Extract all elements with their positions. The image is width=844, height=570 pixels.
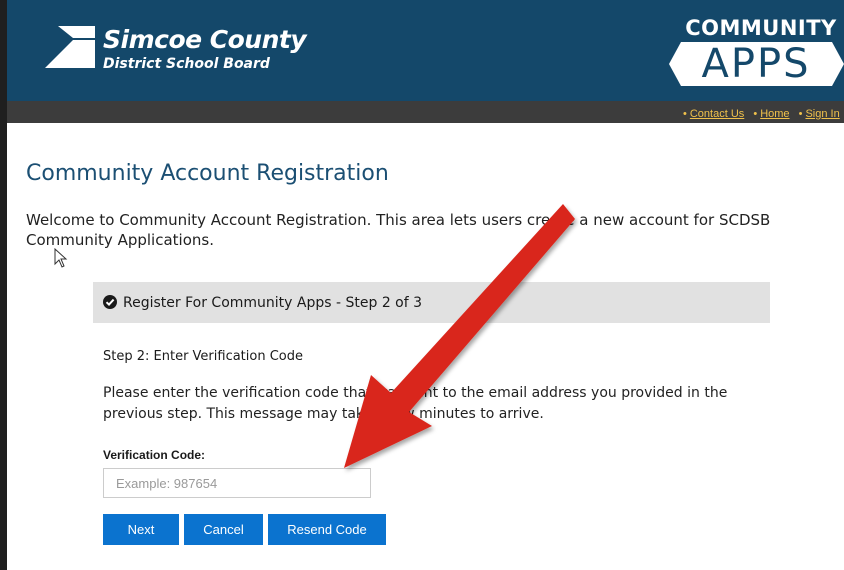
window-frame-edge (0, 0, 7, 570)
step-heading: Step 2: Enter Verification Code (103, 349, 303, 364)
next-button[interactable]: Next (103, 514, 179, 545)
intro-text: Welcome to Community Account Registratio… (26, 211, 771, 249)
top-nav-bar: • Contact Us • Home • Sign In (7, 101, 844, 123)
verification-code-label: Verification Code: (103, 448, 206, 462)
cancel-button[interactable]: Cancel (184, 514, 263, 545)
panel-header: Register For Community Apps - Step 2 of … (93, 282, 770, 323)
brand-apps-text: APPS (701, 41, 811, 87)
bullet-icon: • (798, 108, 803, 120)
org-name-subtitle: District School Board (103, 56, 270, 72)
panel-header-title: Register For Community Apps - Step 2 of … (123, 295, 423, 311)
scdsb-logo-icon (45, 26, 95, 68)
nav-link-contact[interactable]: Contact Us (690, 108, 744, 120)
page-title: Community Account Registration (26, 161, 389, 186)
resend-code-button[interactable]: Resend Code (268, 514, 386, 545)
bullet-icon: • (683, 108, 687, 120)
registration-panel: Register For Community Apps - Step 2 of … (93, 282, 770, 570)
site-header: Simcoe County District School Board COMM… (7, 0, 844, 101)
nav-link-home[interactable]: Home (760, 108, 789, 120)
check-circle-icon (103, 295, 117, 309)
brand-community-text: COMMUNITY (685, 16, 837, 40)
org-name-title: Simcoe County (103, 25, 307, 54)
verification-code-input[interactable] (103, 468, 371, 498)
nav-link-sign-in[interactable]: Sign In (805, 108, 839, 120)
step-description: Please enter the verification code that … (103, 385, 728, 422)
bullet-icon: • (753, 108, 758, 120)
mouse-cursor-icon (54, 248, 68, 268)
